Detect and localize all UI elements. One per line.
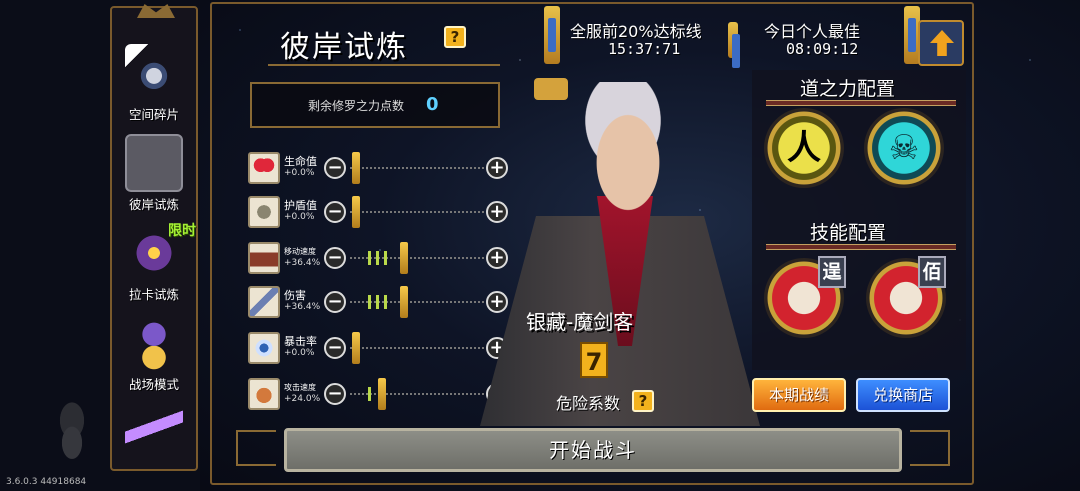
stat-level-pip	[368, 251, 371, 265]
nav-item-lightning[interactable]	[118, 400, 190, 484]
exchange-shop-button[interactable]: 兑换商店	[856, 378, 950, 412]
dao-config-title: 道之力配置	[800, 78, 896, 100]
nav-item-space-fragment[interactable]: 空间碎片	[118, 44, 190, 128]
shield-icon	[248, 196, 280, 228]
stat-track	[350, 167, 484, 169]
stat-decrease-button[interactable]: −	[324, 383, 346, 405]
stat-level-pip	[384, 251, 387, 265]
stat-value: +36.4%	[284, 258, 321, 268]
lightning-icon	[125, 400, 183, 458]
stat-level-pip	[368, 295, 371, 309]
stat-value: +0.0%	[284, 212, 315, 222]
stat-name: 暴击率	[284, 335, 317, 348]
season-record-button[interactable]: 本期战绩	[752, 378, 846, 412]
stat-slider-knob[interactable]	[400, 242, 408, 274]
nav-item-laka-trial[interactable]: 限时 拉卡试炼	[118, 223, 196, 308]
nav-label: 彼岸试炼	[128, 197, 179, 212]
rank-up-button[interactable]	[918, 20, 964, 66]
dao-human-orb[interactable]: 人	[764, 108, 844, 188]
stat-level-pip	[376, 295, 379, 309]
battlefield-icon	[125, 314, 183, 372]
stat-slider-knob[interactable]	[400, 286, 408, 318]
stat-level-pip	[384, 295, 387, 309]
stat-decrease-button[interactable]: −	[324, 157, 346, 179]
start-bar: 开始战斗	[236, 420, 950, 480]
stat-track	[350, 347, 484, 349]
version-label: 3.6.0.3 44918684	[6, 477, 87, 487]
hero-face	[588, 102, 668, 212]
stat-name: 移动速度	[284, 247, 316, 256]
stat-name: 护盾值	[284, 199, 317, 212]
hero-name: 银藏-魔剑客	[526, 310, 634, 334]
stat-value: +0.0%	[284, 348, 315, 358]
stat-name: 生命值	[284, 155, 317, 168]
stat-name: 伤害	[284, 289, 306, 302]
start-ornament-left-icon	[236, 430, 276, 466]
stat-slider-knob[interactable]	[352, 196, 360, 228]
shore-trial-icon	[125, 134, 183, 192]
stat-level-pip	[376, 251, 379, 265]
stat-slider-knob[interactable]	[352, 152, 360, 184]
dao-glyph: 人	[787, 128, 821, 168]
stat-value: +0.0%	[284, 168, 315, 178]
stat-level-pip	[368, 387, 371, 401]
start-battle-button[interactable]: 开始战斗	[284, 428, 902, 472]
boot-icon	[248, 242, 280, 274]
game-screen: 3.6.0.3 44918684 空间碎片 彼岸试炼 限时 拉卡试炼 战场模式 …	[0, 0, 1080, 491]
stat-slider-knob[interactable]	[352, 332, 360, 364]
sword-icon	[248, 286, 280, 318]
skill-tag-1: 逞	[818, 256, 846, 288]
page-title: 彼岸试炼	[280, 30, 408, 65]
sidebar-ornament-icon	[137, 4, 175, 18]
stat-name: 攻击速度	[284, 383, 316, 392]
server-threshold-label: 全服前20%达标线	[570, 22, 702, 41]
personal-best-value: 08:09:12	[786, 40, 859, 58]
skill-tag-2: 佰	[918, 256, 946, 288]
title-divider	[268, 64, 500, 66]
danger-level-value: 7	[580, 342, 608, 378]
mode-sidebar: 空间碎片 彼岸试炼 限时 拉卡试炼 战场模式	[110, 4, 198, 471]
lotus-watermark-icon	[44, 398, 100, 462]
dao-skull-orb[interactable]: ☠	[864, 108, 944, 188]
nav-item-shore-trial[interactable]: 彼岸试炼	[118, 134, 190, 218]
skill-title-bar	[766, 244, 956, 250]
dao-title-bar	[766, 100, 956, 106]
nav-label: 拉卡试炼	[128, 287, 179, 302]
personal-best-label: 今日个人最佳	[764, 22, 861, 41]
stat-track	[350, 211, 484, 213]
danger-help-button[interactable]: ?	[632, 390, 654, 412]
stat-decrease-button[interactable]: −	[324, 337, 346, 359]
nav-label: 战场模式	[128, 377, 179, 392]
eye-icon	[248, 332, 280, 364]
hero-emblem-icon	[534, 78, 568, 100]
candle-left-icon	[544, 6, 560, 64]
stat-slider-knob[interactable]	[378, 378, 386, 410]
stat-decrease-button[interactable]: −	[324, 201, 346, 223]
remaining-points-label: 剩余修罗之力点数	[308, 99, 405, 113]
server-threshold-value: 15:37:71	[608, 40, 681, 58]
skull-icon: ☠	[888, 128, 920, 168]
start-ornament-right-icon	[910, 430, 950, 466]
hero-portrait	[470, 76, 770, 426]
skill-config-title: 技能配置	[810, 222, 887, 244]
glove-icon	[248, 378, 280, 410]
danger-level-label: 危险系数	[556, 394, 621, 413]
stat-decrease-button[interactable]: −	[324, 291, 346, 313]
nav-item-battlefield[interactable]: 战场模式	[118, 314, 190, 398]
stat-value: +36.4%	[284, 302, 321, 312]
space-fragment-icon	[125, 44, 183, 102]
candle-mid-icon	[728, 22, 740, 68]
nav-label: 空间碎片	[128, 107, 179, 122]
limited-time-badge: 限时	[168, 223, 196, 239]
help-button[interactable]: ?	[444, 26, 466, 48]
remaining-points-value: 0	[426, 94, 439, 115]
heart-icon	[248, 152, 280, 184]
stat-decrease-button[interactable]: −	[324, 247, 346, 269]
remaining-points-box: 剩余修罗之力点数 0	[250, 82, 500, 128]
stat-value: +24.0%	[284, 394, 321, 404]
